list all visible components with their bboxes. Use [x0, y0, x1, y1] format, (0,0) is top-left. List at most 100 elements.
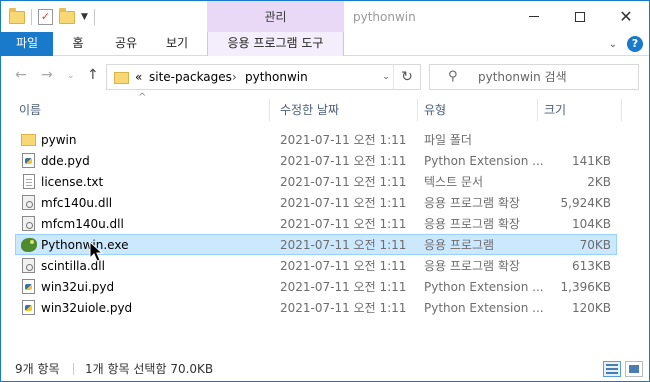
- file-date: 2021-07-11 오전 1:11: [280, 154, 407, 168]
- file-date: 2021-07-11 오전 1:11: [280, 259, 407, 273]
- breadcrumb-overflow[interactable]: «: [135, 65, 142, 89]
- file-size: 1,396KB: [560, 280, 611, 294]
- maximize-button[interactable]: [557, 1, 603, 32]
- sort-ascending-icon: ^: [138, 92, 147, 103]
- file-size: 2KB: [587, 175, 611, 189]
- manage-context-header: 관리: [207, 1, 344, 32]
- folder-icon: [114, 72, 129, 84]
- refresh-icon: ↻: [401, 69, 413, 85]
- folder-icon: [21, 134, 36, 146]
- mouse-pointer-icon: [89, 241, 104, 262]
- view-switcher: [603, 361, 643, 377]
- details-view-icon: [606, 364, 618, 366]
- large-icons-view-button[interactable]: [625, 361, 643, 377]
- column-divider[interactable]: [417, 99, 418, 121]
- file-size: 5,924KB: [560, 196, 611, 210]
- pyd-icon: [22, 279, 35, 294]
- dll-icon: [22, 216, 35, 231]
- refresh-button[interactable]: ↻: [393, 64, 421, 90]
- column-header-date[interactable]: 수정한 날짜: [280, 97, 339, 123]
- python-snake-exe-icon: [21, 238, 37, 252]
- pyd-icon: [22, 153, 35, 168]
- expand-ribbon-chevron-icon[interactable]: ⌄: [609, 39, 617, 50]
- minimize-button[interactable]: [511, 1, 557, 32]
- file-type: Python Extension ...: [424, 301, 544, 315]
- close-icon: ✕: [619, 7, 633, 26]
- file-name: mfc140u.dll: [41, 196, 113, 210]
- file-type: Python Extension ...: [424, 280, 544, 294]
- dll-icon: [22, 195, 35, 210]
- file-type: 응용 프로그램 확장: [424, 196, 520, 210]
- list-item-selected[interactable]: Pythonwin.exe 2021-07-11 오전 1:11 응용 프로그램…: [15, 234, 617, 255]
- help-icon[interactable]: ?: [627, 36, 643, 52]
- breadcrumb-site-packages[interactable]: site-packages: [149, 65, 232, 89]
- selection-info: 1개 항목 선택함 70.0KB: [85, 362, 214, 376]
- address-bar[interactable]: « site-packages › pythonwin ⌄: [106, 64, 421, 90]
- text-file-icon: [23, 174, 35, 189]
- file-date: 2021-07-11 오전 1:11: [280, 217, 407, 231]
- file-type: Python Extension ...: [424, 154, 544, 168]
- column-header-name[interactable]: 이름: [19, 97, 41, 123]
- file-type: 응용 프로그램 확장: [424, 259, 520, 273]
- file-type: 응용 프로그램 확장: [424, 217, 520, 231]
- quick-access-toolbar: ✓ ▼: [9, 7, 95, 26]
- new-folder-icon[interactable]: [59, 7, 75, 24]
- customize-toolbar-chevron-icon[interactable]: ▼: [81, 12, 88, 22]
- properties-icon[interactable]: ✓: [38, 9, 53, 25]
- file-name: win32ui.pyd: [41, 280, 115, 294]
- file-date: 2021-07-11 오전 1:11: [280, 196, 407, 210]
- ribbon-tabs: 파일 홈 공유 보기 응용 프로그램 도구 ⌄ ?: [1, 32, 649, 56]
- column-divider[interactable]: [269, 99, 270, 121]
- tab-home[interactable]: 홈: [63, 32, 93, 56]
- list-item[interactable]: pywin 2021-07-11 오전 1:11 파일 폴더: [15, 129, 617, 150]
- up-arrow-icon[interactable]: ↑: [87, 67, 99, 83]
- column-header-size[interactable]: 크기: [544, 97, 566, 123]
- details-view-button[interactable]: [603, 361, 621, 377]
- list-item[interactable]: license.txt 2021-07-11 오전 1:11 텍스트 문서 2K…: [15, 171, 617, 192]
- breadcrumb-pythonwin[interactable]: pythonwin: [245, 65, 308, 89]
- column-divider[interactable]: [537, 99, 538, 121]
- list-item[interactable]: win32uiole.pyd 2021-07-11 오전 1:11 Python…: [15, 297, 617, 318]
- file-type: 응용 프로그램: [424, 238, 495, 252]
- column-divider[interactable]: [621, 99, 622, 121]
- minimize-icon: [529, 16, 539, 17]
- search-placeholder: pythonwin 검색: [478, 70, 567, 84]
- pyd-icon: [22, 300, 35, 315]
- file-size: 613KB: [571, 259, 611, 273]
- list-item[interactable]: dde.pyd 2021-07-11 오전 1:11 Python Extens…: [15, 150, 617, 171]
- file-date: 2021-07-11 오전 1:11: [280, 238, 407, 252]
- maximize-icon: [575, 11, 585, 22]
- list-item[interactable]: win32ui.pyd 2021-07-11 오전 1:11 Python Ex…: [15, 276, 617, 297]
- forward-arrow-icon[interactable]: →: [41, 67, 53, 83]
- tab-view[interactable]: 보기: [159, 32, 195, 56]
- list-item[interactable]: scintilla.dll 2021-07-11 오전 1:11 응용 프로그램…: [15, 255, 617, 276]
- search-icon: ⚲: [448, 69, 458, 84]
- window-controls: ✕: [511, 1, 649, 32]
- file-date: 2021-07-11 오전 1:11: [280, 175, 407, 189]
- column-header-type[interactable]: 유형: [424, 97, 446, 123]
- tab-share[interactable]: 공유: [108, 32, 144, 56]
- navigation-bar: ← → ⌄ ↑ « site-packages › pythonwin ⌄ ↻ …: [1, 57, 649, 97]
- file-explorer-window: ✓ ▼ 관리 pythonwin ✕ 파일 홈 공유 보기 응용 프로그램 도구…: [0, 0, 650, 382]
- file-size: 141KB: [571, 154, 611, 168]
- dll-icon: [22, 258, 35, 273]
- toolbar-divider: [93, 9, 95, 25]
- list-item[interactable]: mfcm140u.dll 2021-07-11 오전 1:11 응용 프로그램 …: [15, 213, 617, 234]
- search-input[interactable]: ⚲ pythonwin 검색: [429, 64, 639, 90]
- breadcrumb-separator[interactable]: ›: [232, 65, 237, 89]
- title-bar: ✓ ▼ 관리 pythonwin ✕: [1, 1, 649, 32]
- file-type: 텍스트 문서: [424, 175, 484, 189]
- column-headers: ^ 이름 수정한 날짜 유형 크기: [1, 92, 649, 123]
- file-size: 120KB: [571, 301, 611, 315]
- toolbar-divider: [31, 9, 32, 25]
- file-type: 파일 폴더: [424, 133, 472, 147]
- close-button[interactable]: ✕: [603, 1, 649, 32]
- status-divider: [73, 363, 74, 375]
- file-date: 2021-07-11 오전 1:11: [280, 301, 407, 315]
- folder-icon: [9, 7, 25, 24]
- back-arrow-icon[interactable]: ←: [15, 67, 27, 83]
- recent-locations-chevron-icon[interactable]: ⌄: [67, 71, 75, 81]
- list-item[interactable]: mfc140u.dll 2021-07-11 오전 1:11 응용 프로그램 확…: [15, 192, 617, 213]
- tab-file[interactable]: 파일: [1, 32, 53, 56]
- tab-application-tools[interactable]: 응용 프로그램 도구: [207, 32, 344, 56]
